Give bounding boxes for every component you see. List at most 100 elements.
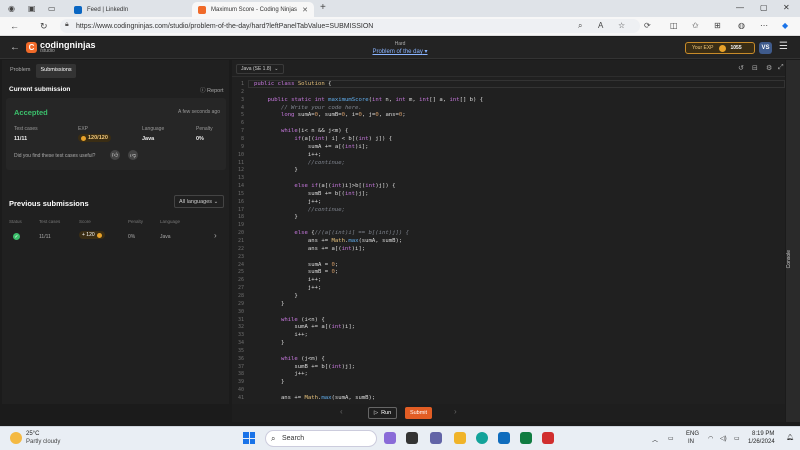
tab-linkedin[interactable]: Feed | LinkedIn <box>68 2 188 17</box>
code-line[interactable]: public static int maximumScore(int n, in… <box>254 97 483 103</box>
language-dropdown[interactable]: Java (SE 1.8) ⌄ <box>236 64 284 74</box>
code-line[interactable]: } <box>254 379 284 385</box>
collections-icon[interactable]: ⊞ <box>714 21 721 30</box>
taskbar-search[interactable]: ⌕ Search <box>265 430 377 447</box>
code-line[interactable]: } <box>254 167 297 173</box>
layout-icon[interactable]: ⊟ <box>752 64 758 72</box>
teams-icon[interactable] <box>430 432 442 444</box>
code-line[interactable]: ans += Math.max(sumA, sumB); <box>254 238 402 244</box>
code-line[interactable]: ans += Math.max(sumA, sumB); <box>254 395 375 401</box>
more-icon[interactable]: ⋯ <box>760 21 768 30</box>
submit-button[interactable]: Submit <box>405 407 432 419</box>
code-area[interactable]: 1 public class Solution {2 3 public static… <box>232 79 785 403</box>
code-line[interactable]: } <box>254 301 284 307</box>
code-line[interactable]: else if(a[(int)i]>b[(int)j]) { <box>254 183 395 189</box>
code-line[interactable]: else {//(a[(int)i] == b[(int)j]) { <box>254 230 409 236</box>
code-line[interactable]: sumB += b[(int)j]; <box>254 364 355 370</box>
console-label[interactable]: Console <box>786 250 800 268</box>
run-button[interactable]: ▷ Run <box>368 407 397 419</box>
chevron-right-icon[interactable]: › <box>214 231 217 240</box>
chevron-up-icon[interactable]: ︿ <box>652 435 658 444</box>
hamburger-menu-icon[interactable]: ☰ <box>779 41 788 52</box>
reset-icon[interactable]: ↺ <box>738 64 744 72</box>
extensions-icon[interactable]: ⟳ <box>644 21 651 30</box>
minimize-icon[interactable]: — <box>736 3 744 12</box>
code-line[interactable]: } <box>254 340 284 346</box>
code-line[interactable]: i++; <box>254 277 321 283</box>
problem-of-day-link[interactable]: Problem of the day ▾ <box>350 48 450 55</box>
brand-logo[interactable]: C codingninjas /studio <box>26 41 96 54</box>
close-tab-icon[interactable]: ✕ <box>302 6 308 14</box>
maximize-icon[interactable]: ▢ <box>760 3 768 12</box>
language-filter[interactable]: All languages ⌄ <box>174 195 224 208</box>
next-arrow-icon[interactable]: › <box>454 407 457 416</box>
tray-app-icon[interactable]: ▭ <box>668 435 674 442</box>
code-line[interactable]: } <box>254 293 297 299</box>
code-line[interactable]: public class Solution { <box>254 81 332 87</box>
tab-coding-ninjas[interactable]: Maximum Score - Coding Ninjas ✕ <box>192 2 314 17</box>
console-panel[interactable] <box>786 60 800 422</box>
notifications-icon[interactable]: 🔔︎ <box>786 434 794 441</box>
code-line[interactable]: } <box>254 214 297 220</box>
store-icon[interactable] <box>498 432 510 444</box>
code-line[interactable]: j++; <box>254 371 307 377</box>
file-explorer-icon[interactable] <box>454 432 466 444</box>
code-line[interactable]: sumA += a[(int)i]; <box>254 144 369 150</box>
code-line[interactable]: i++; <box>254 332 307 338</box>
code-line[interactable]: j++; <box>254 199 321 205</box>
back-arrow-icon[interactable]: ← <box>10 42 20 53</box>
code-line[interactable]: //continue; <box>254 160 345 166</box>
zoom-icon[interactable]: ⌕ <box>578 21 582 31</box>
code-line[interactable]: sumB = 0; <box>254 269 338 275</box>
settings-icon[interactable]: ⚙ <box>766 64 772 72</box>
report-button[interactable]: ⓘ Report <box>200 86 224 94</box>
volume-icon[interactable]: ◁) <box>720 435 727 442</box>
close-window-icon[interactable]: ✕ <box>783 3 790 12</box>
thumbs-down-icon[interactable]: 👎︎ <box>128 150 138 160</box>
back-icon[interactable]: ← <box>10 21 19 31</box>
code-line[interactable]: long sumA=0, sumB=0, i=0, j=0, ans=0; <box>254 112 406 118</box>
code-line[interactable]: while (i<n) { <box>254 317 325 323</box>
clock-time[interactable]: 8:19 PM <box>752 431 774 437</box>
split-screen-icon[interactable]: ◫ <box>670 21 678 30</box>
wifi-icon[interactable]: ◠ <box>708 435 713 442</box>
tab-actions-icon[interactable]: ▭ <box>48 4 56 13</box>
weather-icon[interactable] <box>10 432 22 444</box>
avatar[interactable]: VS <box>759 42 772 54</box>
excel-icon[interactable] <box>520 432 532 444</box>
read-aloud-icon[interactable]: A <box>598 21 603 30</box>
mcafee-icon[interactable] <box>542 432 554 444</box>
start-button[interactable] <box>243 432 255 444</box>
profile-avatar-icon[interactable]: ◍ <box>738 21 745 30</box>
favorites-bar-icon[interactable]: ✩ <box>692 21 699 30</box>
favorite-icon[interactable]: ☆ <box>618 21 625 30</box>
code-line[interactable]: while(i< n && j<m) { <box>254 128 348 134</box>
code-line[interactable]: ans += a[(int)i]; <box>254 246 365 252</box>
fullscreen-icon[interactable]: ⤢ <box>778 64 784 72</box>
refresh-icon[interactable]: ↻ <box>40 21 48 32</box>
code-line[interactable]: if(a[(int) i] < b[(int) j]) { <box>254 136 392 142</box>
code-line[interactable]: while (j<m) { <box>254 356 325 362</box>
code-line[interactable]: //continue; <box>254 207 345 213</box>
tab-problem[interactable]: Problem <box>6 64 34 78</box>
copilot-app-icon[interactable] <box>384 432 396 444</box>
code-line[interactable]: j++; <box>254 285 321 291</box>
task-view-icon[interactable] <box>406 432 418 444</box>
workspaces-icon[interactable]: ▣ <box>28 4 36 13</box>
copilot-icon[interactable]: ◆ <box>782 21 788 30</box>
tab-submissions[interactable]: Submissions <box>36 64 76 78</box>
prev-arrow-icon[interactable]: ‹ <box>340 407 343 416</box>
profile-icon[interactable]: ◉ <box>8 4 15 13</box>
language-indicator[interactable]: ENG <box>686 431 699 437</box>
edge-icon[interactable] <box>476 432 488 444</box>
new-tab-button[interactable]: + <box>320 2 326 13</box>
code-line[interactable]: sumA = 0; <box>254 262 338 268</box>
thumbs-up-icon[interactable]: 👍︎ <box>110 150 120 160</box>
battery-icon[interactable]: ▭ <box>734 435 740 442</box>
exp-badge[interactable]: Your EXP 1055 <box>685 42 755 54</box>
code-line[interactable]: sumA += a[(int)i]; <box>254 324 355 330</box>
url-field[interactable]: 🔒︎ https://www.codingninjas.com/studio/p… <box>60 19 640 33</box>
code-line[interactable]: sumB += b[(int)j]; <box>254 191 369 197</box>
code-line[interactable]: i++; <box>254 152 321 158</box>
code-line[interactable]: // Write your code here. <box>254 105 362 111</box>
